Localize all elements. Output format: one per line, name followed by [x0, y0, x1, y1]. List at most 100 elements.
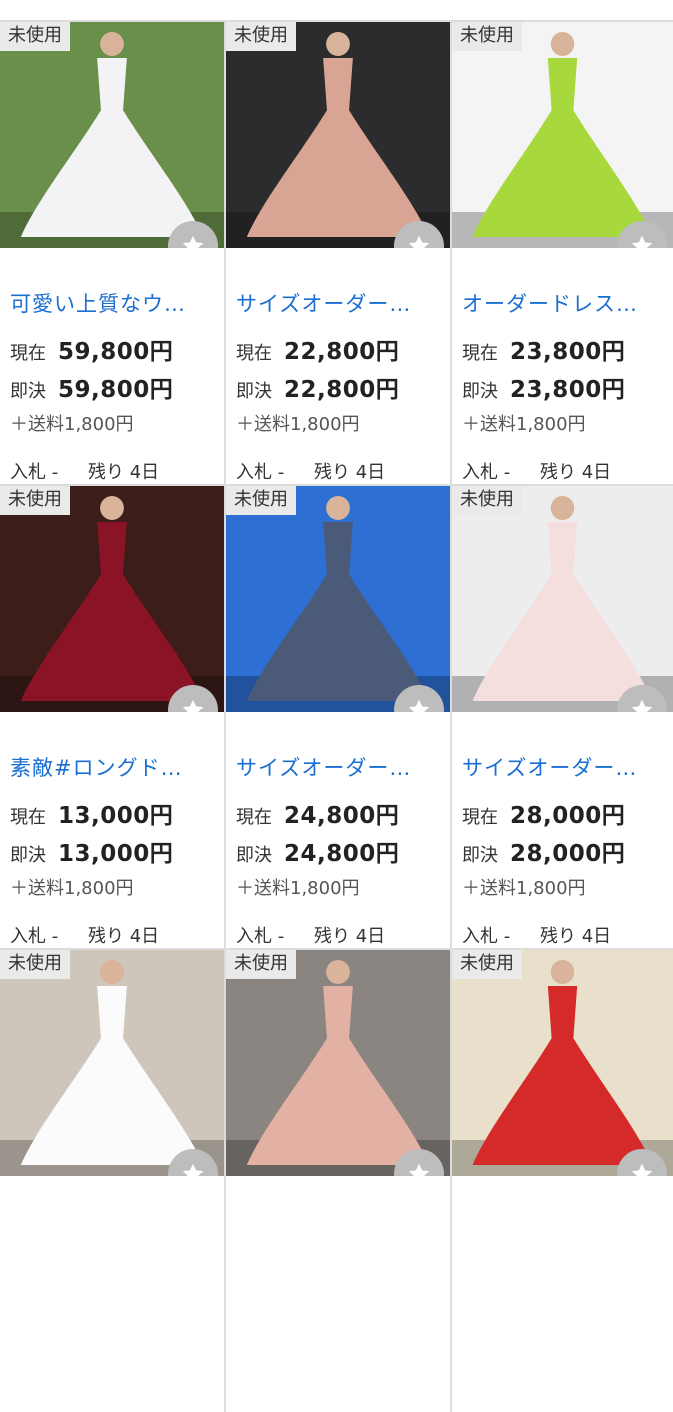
condition-badge: 未使用	[452, 486, 522, 515]
product-info: サイズオーダー… 現在 28,000円 即決 28,000円 ＋送料1,800円…	[452, 712, 673, 948]
current-price: 59,800円	[58, 339, 174, 365]
product-info	[452, 1176, 673, 1277]
condition-badge: 未使用	[226, 22, 296, 51]
product-info: オーダードレス… 現在 23,800円 即決 23,800円 ＋送料1,800円…	[452, 248, 673, 484]
star-icon	[631, 1163, 653, 1176]
star-icon	[631, 235, 653, 248]
product-title-link[interactable]: サイズオーダー…	[462, 752, 663, 782]
condition-badge: 未使用	[226, 950, 296, 979]
buy-now-price: 23,800円	[510, 377, 626, 403]
product-card[interactable]: 未使用 サイズオーダー… 現在 28,000円 即決 28,000円 ＋送料1,…	[452, 484, 673, 948]
buy-now-price-row: 即決 23,800円	[462, 370, 663, 404]
product-title-link[interactable]: サイズオーダー…	[236, 288, 440, 318]
product-card[interactable]: 未使用 オーダードレス… 現在 23,800円 即決 23,800円 ＋送料1,…	[452, 20, 673, 484]
product-image[interactable]: 未使用	[0, 22, 224, 248]
current-price-row: 現在 59,800円	[10, 332, 214, 366]
remaining-label: 残り	[87, 462, 124, 483]
current-price-row: 現在 24,800円	[236, 796, 440, 830]
buy-now-price-row: 即決 22,800円	[236, 370, 440, 404]
star-icon	[408, 1163, 430, 1176]
bids-label: 入札	[10, 926, 46, 947]
dress-photo	[0, 22, 224, 248]
product-image[interactable]: 未使用	[452, 22, 673, 248]
condition-badge: 未使用	[452, 22, 522, 51]
shipping-fee: ＋送料1,800円	[10, 878, 134, 899]
product-info: サイズオーダー… 現在 22,800円 即決 22,800円 ＋送料1,800円…	[226, 248, 450, 484]
current-price: 24,800円	[284, 803, 400, 829]
product-grid: 未使用 可愛い上質なウ… 現在 59,800円 即決 59,800円 ＋送料1,…	[0, 20, 673, 1412]
star-icon	[182, 699, 204, 712]
remaining-label: 残り	[313, 926, 350, 947]
current-price: 22,800円	[284, 339, 400, 365]
product-info: 可愛い上質なウ… 現在 59,800円 即決 59,800円 ＋送料1,800円…	[0, 248, 224, 484]
current-price-label: 現在	[462, 343, 498, 364]
buy-now-price: 24,800円	[284, 841, 400, 867]
product-image[interactable]: 未使用	[226, 486, 450, 712]
dress-photo	[226, 950, 450, 1176]
dress-photo	[226, 22, 450, 248]
product-info	[226, 1176, 450, 1277]
product-image[interactable]: 未使用	[226, 22, 450, 248]
auction-meta: 入札 - 残り 4日	[10, 458, 214, 484]
product-image[interactable]: 未使用	[0, 486, 224, 712]
condition-badge: 未使用	[0, 950, 70, 979]
condition-badge: 未使用	[226, 486, 296, 515]
buy-now-label: 即決	[10, 845, 46, 866]
buy-now-price-row: 即決 59,800円	[10, 370, 214, 404]
auction-meta: 入札 - 残り 4日	[236, 458, 440, 484]
auction-meta: 入札 - 残り 4日	[462, 458, 663, 484]
product-card[interactable]: 未使用 素敵#ロングド… 現在 13,000円 即決 13,000円 ＋送料1,…	[0, 484, 226, 948]
current-price-label: 現在	[10, 807, 46, 828]
dress-photo	[0, 950, 224, 1176]
product-card[interactable]: 未使用	[226, 948, 452, 1412]
shipping-fee: ＋送料1,800円	[10, 414, 134, 435]
current-price-label: 現在	[462, 807, 498, 828]
remaining-time: 4日	[129, 926, 160, 947]
dress-photo	[452, 950, 673, 1176]
bids-label: 入札	[462, 926, 498, 947]
star-icon	[182, 235, 204, 248]
auction-meta	[236, 1256, 440, 1277]
auction-meta	[462, 1256, 663, 1277]
buy-now-label: 即決	[10, 381, 46, 402]
product-card[interactable]: 未使用	[0, 948, 226, 1412]
dress-photo	[452, 22, 673, 248]
product-title-link[interactable]: 素敵#ロングド…	[10, 752, 214, 782]
product-image[interactable]: 未使用	[0, 950, 224, 1176]
auction-meta	[10, 1256, 214, 1277]
current-price-label: 現在	[10, 343, 46, 364]
dress-photo	[452, 486, 673, 712]
bids-count: -	[51, 926, 59, 947]
bids-label: 入札	[462, 462, 498, 483]
product-image[interactable]: 未使用	[452, 950, 673, 1176]
remaining-time: 4日	[581, 926, 612, 947]
product-card[interactable]: 未使用	[452, 948, 673, 1412]
remaining-time: 4日	[355, 462, 386, 483]
product-title-link[interactable]: サイズオーダー…	[236, 752, 440, 782]
shipping-fee: ＋送料1,800円	[236, 414, 360, 435]
condition-badge: 未使用	[0, 486, 70, 515]
remaining-time: 4日	[129, 462, 160, 483]
product-card[interactable]: 未使用 サイズオーダー… 現在 24,800円 即決 24,800円 ＋送料1,…	[226, 484, 452, 948]
auction-meta: 入札 - 残り 4日	[10, 922, 214, 948]
product-image[interactable]: 未使用	[226, 950, 450, 1176]
buy-now-label: 即決	[462, 381, 498, 402]
bids-count: -	[277, 462, 285, 483]
bids-count: -	[51, 462, 59, 483]
product-card[interactable]: 未使用 サイズオーダー… 現在 22,800円 即決 22,800円 ＋送料1,…	[226, 20, 452, 484]
buy-now-price: 59,800円	[58, 377, 174, 403]
product-title-link[interactable]: オーダードレス…	[462, 288, 663, 318]
star-icon	[408, 699, 430, 712]
buy-now-label: 即決	[236, 845, 272, 866]
current-price: 23,800円	[510, 339, 626, 365]
product-info: サイズオーダー… 現在 24,800円 即決 24,800円 ＋送料1,800円…	[226, 712, 450, 948]
product-title-link[interactable]: 可愛い上質なウ…	[10, 288, 214, 318]
product-image[interactable]: 未使用	[452, 486, 673, 712]
star-icon	[182, 1163, 204, 1176]
buy-now-price-row: 即決 28,000円	[462, 834, 663, 868]
bids-count: -	[503, 462, 511, 483]
current-price-row: 現在 13,000円	[10, 796, 214, 830]
bids-count: -	[277, 926, 285, 947]
product-card[interactable]: 未使用 可愛い上質なウ… 現在 59,800円 即決 59,800円 ＋送料1,…	[0, 20, 226, 484]
current-price-row: 現在 28,000円	[462, 796, 663, 830]
